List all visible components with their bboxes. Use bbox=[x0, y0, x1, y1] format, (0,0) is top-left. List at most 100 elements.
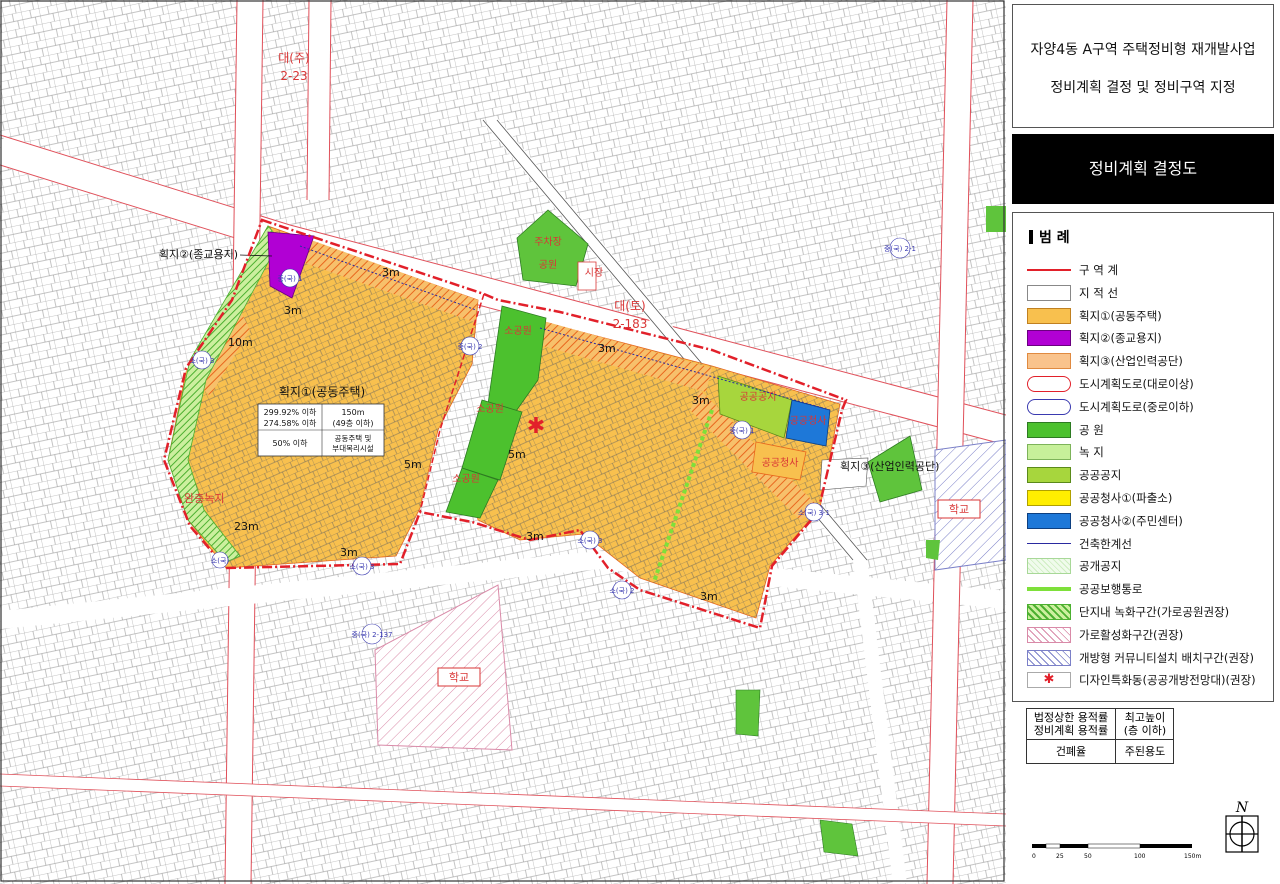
small-park-label-2: 소공원 bbox=[476, 403, 504, 415]
legend-item: ✱ 디자인특화동(공공개방전망대)(권장) bbox=[1027, 671, 1275, 689]
key-far-plan: 정비계획 용적률 bbox=[1033, 724, 1109, 737]
legend-swatch bbox=[1027, 421, 1071, 438]
legend-item: 획지①(공동주택) bbox=[1027, 307, 1275, 325]
north-label: N bbox=[1235, 800, 1249, 816]
width-23m: 23m bbox=[234, 520, 259, 533]
legend-label: 도시계획도로(대로이상) bbox=[1079, 377, 1194, 391]
legend-item: 공 원 bbox=[1027, 421, 1275, 439]
small-park-label-1: 소공원 bbox=[504, 325, 532, 337]
legend-label: 공공공지 bbox=[1079, 468, 1122, 483]
legend-label: 공공보행통로 bbox=[1079, 582, 1143, 597]
legend-item: 녹 지 bbox=[1027, 443, 1275, 461]
lot1-title: 획지①(공동주택) bbox=[279, 385, 365, 399]
width-3m-4: 3m bbox=[692, 394, 710, 407]
legend-item: 건축한계선 bbox=[1027, 535, 1275, 553]
legend-item: 도시계획도로(대로이상) bbox=[1027, 375, 1275, 393]
key-far-legal: 법정상한 용적률 bbox=[1033, 711, 1109, 724]
road-big1-b: 2-23 bbox=[280, 69, 307, 83]
key-floors: (층 이하) bbox=[1123, 724, 1167, 737]
width-3m-3: 3m bbox=[598, 342, 616, 355]
title-line-1: 자양4동 A구역 주택정비형 재개발사업 bbox=[1030, 42, 1256, 58]
legend-label: 건축한계선 bbox=[1079, 536, 1132, 551]
legend-swatch bbox=[1027, 626, 1071, 643]
legend-swatch bbox=[1027, 467, 1071, 484]
office-label-2: 공공청사 bbox=[790, 415, 827, 427]
scale-25: 25 bbox=[1056, 853, 1064, 860]
legend-heading: 범 례 bbox=[1029, 227, 1070, 247]
legend-swatch bbox=[1027, 581, 1071, 598]
legend-swatch bbox=[1027, 330, 1071, 347]
green-ne bbox=[986, 206, 1006, 232]
legend-item: 구 역 계 bbox=[1027, 261, 1275, 279]
legend-item: 획지②(종교용지) bbox=[1027, 329, 1275, 347]
legend-label: 도시계획도로(중로이하) bbox=[1079, 399, 1194, 414]
legend-label: 공 원 bbox=[1079, 422, 1104, 437]
width-3m-1: 3m bbox=[382, 266, 400, 279]
legend-swatch: ✱ bbox=[1027, 672, 1071, 689]
legend-swatch bbox=[1027, 307, 1071, 324]
mid-road-10: 소(국) 3-1 bbox=[798, 509, 830, 517]
scale-150: 150m bbox=[1184, 853, 1201, 860]
legend-swatch bbox=[1027, 535, 1071, 552]
market-label: 시장 bbox=[585, 267, 603, 279]
legend-item: 지 적 선 bbox=[1027, 284, 1275, 302]
legend-item: 도시계획도로(중로이하) bbox=[1027, 398, 1275, 416]
legend-item: 공공청사②(주민센터) bbox=[1027, 512, 1275, 530]
width-3m-5: 3m bbox=[340, 546, 358, 559]
legend-item: 가로활성화구간(권장) bbox=[1027, 626, 1275, 644]
green-south-2 bbox=[819, 819, 859, 857]
legend-label: 획지③(산업인력공단) bbox=[1079, 354, 1183, 369]
legend-item: 획지③(산업인력공단) bbox=[1027, 352, 1275, 370]
parking-park-label-2: 공원 bbox=[539, 259, 557, 271]
mid-road-4: 소(국) 3 bbox=[349, 563, 374, 571]
legend-label: 공개공지 bbox=[1079, 559, 1122, 574]
mid-road-6: 소(국) 3 bbox=[577, 537, 602, 545]
legend-swatch bbox=[1027, 444, 1071, 461]
lot2-label: 획지②(종교용지) bbox=[159, 248, 238, 261]
legend-item: 공공공지 bbox=[1027, 466, 1275, 484]
scale-bar: 0 25 50 100 150m bbox=[1032, 843, 1201, 860]
scale-100: 100 bbox=[1134, 853, 1146, 860]
legend-label: 개방형 커뮤니티설치 배치구간(권장) bbox=[1079, 650, 1254, 665]
lot1-floors: (49층 이하) bbox=[332, 418, 373, 428]
parking-park-label: 주차장 bbox=[534, 236, 562, 248]
legend-label: 획지①(공동주택) bbox=[1079, 308, 1162, 323]
school-label-east: 학교 bbox=[949, 503, 969, 516]
legend-swatch bbox=[1027, 512, 1071, 529]
key-use: 주된용도 bbox=[1124, 745, 1166, 758]
mid-road-9: 중(국) 1 bbox=[277, 275, 302, 283]
legend-label: 공공청사①(파출소) bbox=[1079, 491, 1173, 505]
legend-swatch bbox=[1027, 284, 1071, 301]
width-3m-2: 3m bbox=[284, 304, 302, 317]
lot1-far-legal: 299.92% 이하 bbox=[264, 407, 317, 417]
subtitle: 정비계획 결정도 bbox=[1088, 159, 1198, 178]
mid-road-1: 중(국) 2-1 bbox=[884, 245, 916, 253]
width-5m-2: 5m bbox=[508, 448, 526, 461]
legend-swatch bbox=[1027, 262, 1071, 278]
legend-label: 가로활성화구간(권장) bbox=[1079, 627, 1184, 642]
mid-road-7: 중(국) 1 bbox=[729, 427, 754, 435]
legend-item: 공공보행통로 bbox=[1027, 580, 1275, 598]
legend-label: 지 적 선 bbox=[1079, 285, 1119, 300]
buffer-green-label: 완충녹지 bbox=[184, 492, 224, 505]
green-small-1 bbox=[926, 540, 940, 560]
north-arrow-icon: N bbox=[1225, 800, 1259, 853]
legend-swatch bbox=[1027, 376, 1071, 392]
width-10m: 10m bbox=[228, 336, 253, 349]
mid-road-8: 소(국) 2 bbox=[609, 587, 634, 595]
legend-swatch bbox=[1027, 558, 1071, 575]
green-south-1 bbox=[735, 689, 761, 737]
legend-item: 공개공지 bbox=[1027, 557, 1275, 575]
road-big2-b: 2-183 bbox=[613, 317, 648, 331]
legend-label: 구 역 계 bbox=[1079, 263, 1119, 277]
mid-road-11: 소(국) bbox=[211, 557, 230, 565]
scale-50: 50 bbox=[1084, 853, 1092, 860]
legend-label: 공공청사②(주민센터) bbox=[1079, 513, 1183, 528]
legend-swatch bbox=[1027, 398, 1071, 415]
mid-road-2: 중(국) 2-137 bbox=[352, 631, 393, 639]
mid-road-5: 중(국) 2 bbox=[457, 343, 482, 351]
lot1-use-2: 부대복리시설 bbox=[332, 444, 373, 453]
scale-0: 0 bbox=[1032, 853, 1036, 860]
legend-item: 개방형 커뮤니티설치 배치구간(권장) bbox=[1027, 649, 1275, 667]
key-hline bbox=[1027, 739, 1173, 740]
